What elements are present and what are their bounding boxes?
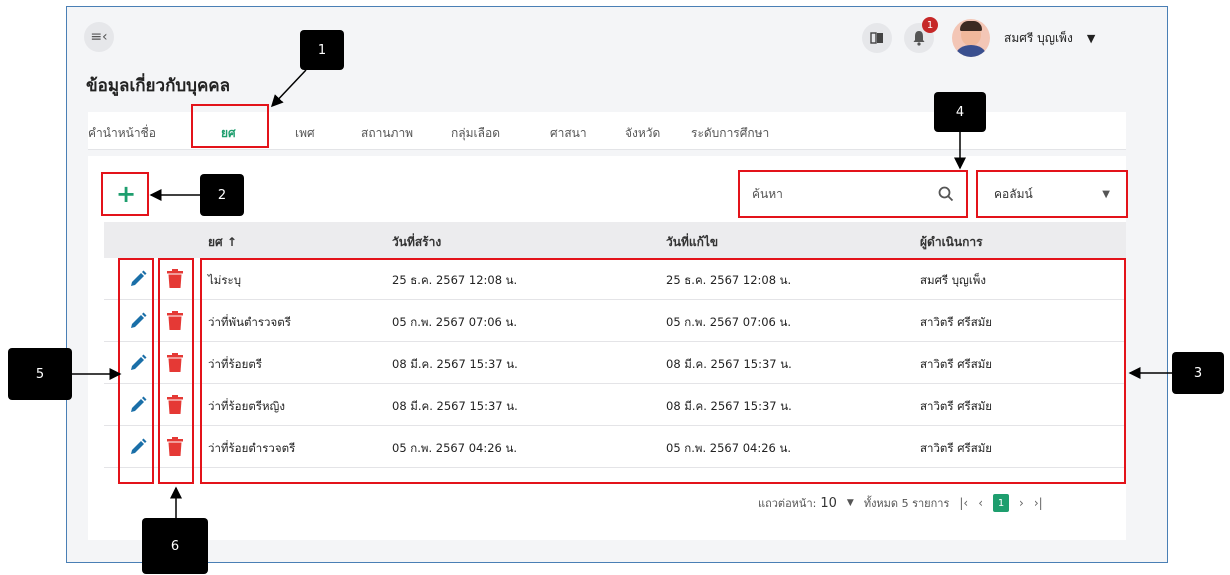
annotation-arrows: [72, 69, 1172, 518]
